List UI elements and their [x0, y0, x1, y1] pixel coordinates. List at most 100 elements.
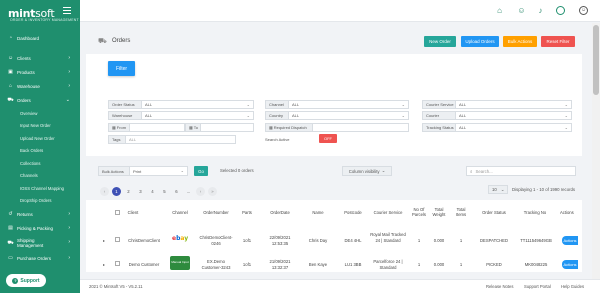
sidebar-subitem-dropship-orders[interactable]: DropShip Orders [0, 195, 80, 208]
warehouse-select[interactable]: ALL ⌄ [142, 111, 254, 120]
tracking-status-select[interactable]: ALL ⌄ [456, 123, 572, 132]
page-1[interactable]: 1 [112, 186, 121, 196]
sidebar-subitem-back-orders[interactable]: Back Orders [0, 145, 80, 158]
sidebar-subitem-ioss-channel-mapping[interactable]: IOSS Channel Mapping [0, 182, 80, 195]
page-4[interactable]: 4 [148, 187, 157, 196]
sidebar-item-orders[interactable]: ⛟ Orders ⌄ [0, 93, 80, 107]
courier-select[interactable]: ALL ⌄ [456, 111, 572, 120]
cell-order-number[interactable]: EX.Demo Customer-3243 [198, 259, 234, 270]
to-date-input[interactable] [201, 123, 254, 132]
column-header-parts[interactable]: Parts [240, 210, 254, 215]
order-status-select[interactable]: ALL ⌄ [142, 100, 254, 109]
sidebar-item-products[interactable]: ▣ Products › [0, 65, 80, 79]
page-scrollbar[interactable] [592, 23, 600, 279]
go-button[interactable]: Go [194, 166, 208, 176]
bulk-action-select[interactable]: Print ⌄ [130, 166, 188, 176]
field-label: Bulk Actions [98, 166, 130, 176]
sidebar-subitem-upload-new-order[interactable]: Upload New Order [0, 132, 80, 145]
from-date-input[interactable] [130, 123, 185, 132]
expand-row-icon[interactable]: ▸ [103, 238, 105, 243]
release-notes-link[interactable]: Release Notes [486, 284, 513, 289]
search-field[interactable]: ⌕ Search... [466, 166, 576, 176]
cell-items: 1 [459, 262, 463, 267]
help-guides-link[interactable]: Help Guides [561, 284, 584, 289]
column-header-tracking-no[interactable]: Tracking No [520, 210, 550, 215]
sidebar-item-clients[interactable]: ☺ Clients › [0, 51, 80, 65]
tags-input[interactable]: ALL [126, 135, 236, 144]
search-active-toggle[interactable]: OFF [319, 134, 337, 143]
chevron-down-icon: ⌄ [564, 102, 568, 107]
column-header-items[interactable]: Total Items [454, 207, 468, 217]
column-header-order-status[interactable]: Order Status [476, 210, 512, 215]
new-order-button[interactable]: New Order [424, 36, 456, 47]
column-header-order-date[interactable]: OrderDate [266, 210, 294, 215]
upload-orders-button[interactable]: Upload Orders [461, 36, 499, 47]
support-button[interactable]: ? Support [6, 274, 46, 287]
sidebar-item-warehouse[interactable]: ⌂ Warehouse › [0, 79, 80, 93]
logo[interactable]: mintsoft ORDER & INVENTORY MANAGEMENT [0, 0, 80, 26]
channel-select[interactable]: ALL ⌄ [289, 100, 409, 109]
select-all-checkbox[interactable] [115, 210, 120, 215]
cell-weight: 0.000 [433, 262, 445, 267]
column-header-weight[interactable]: Total Weight [431, 207, 447, 217]
column-header-postcode[interactable]: Postcode [340, 210, 366, 215]
country-select[interactable]: ALL ⌄ [289, 111, 409, 120]
column-header-name[interactable]: Name [308, 210, 328, 215]
scrollbar-thumb[interactable] [593, 25, 599, 95]
last-page-icon[interactable]: » [208, 186, 217, 196]
sidebar-item-picking-packing[interactable]: ▤ Picking & Packing › [0, 221, 80, 235]
column-header-parcels[interactable]: No Of Parcels [411, 207, 427, 217]
sidebar-subitem-input-new-order[interactable]: Input New Order [0, 120, 80, 133]
column-header-channel[interactable]: Channel [170, 210, 190, 215]
page-2[interactable]: 2 [124, 187, 133, 196]
page-5[interactable]: 5 [160, 187, 169, 196]
sidebar-item-label: Dashboard [17, 35, 40, 41]
user-avatar[interactable]: ☺ [579, 6, 588, 15]
bell-icon[interactable]: ♪ [536, 6, 545, 15]
cell-tracking-no[interactable]: TT111549649GB [517, 238, 555, 244]
filter-button[interactable]: Filter [108, 61, 135, 76]
box-icon: ▣ [8, 68, 13, 75]
bulk-actions-button[interactable]: Bulk Actions [503, 36, 537, 47]
chevron-down-icon: ⌄ [381, 168, 386, 173]
from-filter: ▦ From [108, 123, 185, 132]
column-visibility-button[interactable]: Column visibility ⌄ [342, 166, 392, 176]
home-icon[interactable]: ⌂ [495, 6, 504, 15]
cell-order-status: DESPATCHED [480, 238, 508, 243]
next-page-icon[interactable]: › [196, 186, 205, 196]
sidebar-item-shipping-management[interactable]: ⛟ Shipping Management › [0, 235, 80, 251]
settings-icon[interactable] [556, 6, 565, 15]
page-3[interactable]: 3 [136, 187, 145, 196]
support-portal-link[interactable]: Support Portal [524, 284, 551, 289]
sidebar-item-returns[interactable]: ↺ Returns › [0, 207, 80, 221]
sidebar-item-dashboard[interactable]: ◔ Dashboard [0, 31, 80, 45]
field-label: Courier Service [422, 100, 456, 109]
cell-tracking-no[interactable]: MK0048225 [517, 262, 555, 268]
row-actions-button[interactable]: Actions [562, 236, 578, 245]
sidebar-subitem-channels[interactable]: Channels [0, 170, 80, 183]
page-6[interactable]: 6 [172, 187, 181, 196]
sidebar-subitem-collections[interactable]: Collections [0, 157, 80, 170]
search-input[interactable]: Search... [476, 169, 493, 174]
prev-page-icon[interactable]: ‹ [100, 186, 109, 196]
required-dispatch-input[interactable] [313, 123, 409, 132]
per-page-select[interactable]: 10 ⌄ [488, 185, 508, 194]
row-checkbox[interactable] [115, 261, 120, 266]
hamburger-menu-icon[interactable] [63, 7, 71, 14]
expand-row-icon[interactable]: ▸ [103, 262, 105, 267]
users-icon[interactable]: ☺ [517, 6, 526, 15]
column-header-client[interactable]: Client [126, 210, 140, 215]
chevron-down-icon: › [68, 255, 70, 261]
row-actions-button[interactable]: Actions [562, 260, 578, 269]
reset-filter-button[interactable]: Reset Filter [541, 36, 575, 47]
top-bar: ⌂ ☺ ♪ ☺ [80, 0, 600, 22]
row-checkbox[interactable] [115, 237, 120, 242]
sidebar-subitem-overview[interactable]: Overview [0, 107, 80, 120]
column-header-actions: Actions [560, 210, 574, 215]
column-header-order-number[interactable]: OrderNumber [200, 210, 232, 215]
cell-order-number[interactable]: ChrisDemoClient-0246 [198, 235, 234, 246]
cell-weight: 0.000 [433, 238, 445, 243]
courier-service-select[interactable]: ALL ⌄ [456, 100, 572, 109]
column-header-courier-service[interactable]: Courier Service [368, 210, 408, 215]
sidebar-item-purchase-orders[interactable]: ▭ Purchase Orders › [0, 251, 80, 265]
